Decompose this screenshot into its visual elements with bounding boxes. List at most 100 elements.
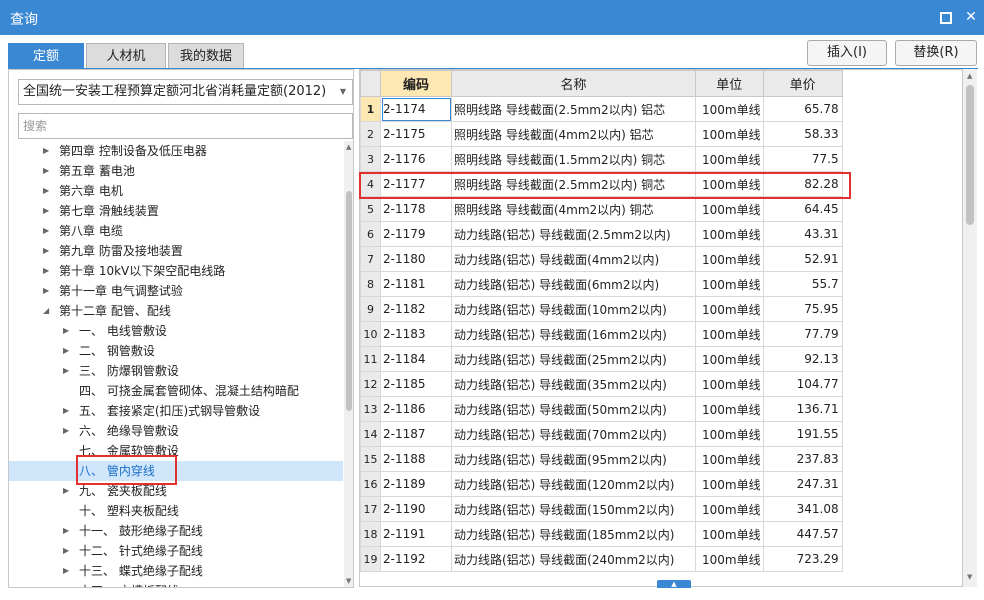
table-row[interactable]: 16 2-1189 动力线路(铝芯) 导线截面(120mm2以内) 100m单线 247… [360, 471, 843, 497]
cell-price[interactable]: 58.33 [762, 121, 843, 147]
cell-price[interactable]: 92.13 [762, 346, 843, 372]
collapsed-arrow-icon[interactable]: ▶ [43, 161, 49, 181]
header-name[interactable]: 名称 [451, 70, 696, 97]
cell-price[interactable]: 65.78 [762, 96, 843, 122]
table-row[interactable]: 19 2-1192 动力线路(铝芯) 导线截面(240mm2以内) 100m单线 723… [360, 546, 843, 572]
tab-quota[interactable]: 定额 [8, 43, 84, 69]
cell-unit[interactable]: 100m单线 [695, 246, 764, 272]
cell-name[interactable]: 照明线路 导线截面(2.5mm2以内) 铜芯 [451, 171, 696, 197]
tree-item[interactable]: ▶ 五、 套接紧定(扣压)式钢导管敷设 [9, 401, 343, 421]
chevron-down-icon[interactable]: ▼ [340, 80, 346, 104]
library-select[interactable]: 全国统一安装工程预算定额河北省消耗量定额(2012) ▼ [18, 79, 353, 105]
collapsed-arrow-icon[interactable]: ▶ [43, 261, 49, 281]
cell-code[interactable]: 2-1188 [380, 446, 452, 472]
scroll-down-icon[interactable]: ▼ [346, 577, 351, 585]
table-row[interactable]: 13 2-1186 动力线路(铝芯) 导线截面(50mm2以内) 100m单线 136.… [360, 396, 843, 422]
collapsed-arrow-icon[interactable]: ▶ [63, 561, 69, 581]
cell-unit[interactable]: 100m单线 [695, 196, 764, 222]
cell-name[interactable]: 照明线路 导线截面(4mm2以内) 铝芯 [451, 121, 696, 147]
table-row[interactable]: 11 2-1184 动力线路(铝芯) 导线截面(25mm2以内) 100m单线 92.1… [360, 346, 843, 372]
cell-price[interactable]: 723.29 [762, 546, 843, 572]
tree-item[interactable]: ▶ 九、 瓷夹板配线 [9, 481, 343, 501]
cell-name[interactable]: 动力线路(铝芯) 导线截面(10mm2以内) [451, 296, 696, 322]
collapsed-arrow-icon[interactable]: ▶ [63, 521, 69, 541]
cell-name[interactable]: 照明线路 导线截面(4mm2以内) 铜芯 [451, 196, 696, 222]
cell-name[interactable]: 照明线路 导线截面(1.5mm2以内) 铜芯 [451, 146, 696, 172]
collapsed-arrow-icon[interactable]: ▶ [43, 201, 49, 221]
cell-name[interactable]: 照明线路 导线截面(2.5mm2以内) 铝芯 [451, 96, 696, 122]
tree-item[interactable]: 四、 可挠金属套管砌体、混凝土结构暗配 [9, 381, 343, 401]
tree-item[interactable]: ▶ 二、 钢管敷设 [9, 341, 343, 361]
table-row[interactable]: 8 2-1181 动力线路(铝芯) 导线截面(6mm2以内) 100m单线 55.7 [360, 271, 843, 297]
table-row[interactable]: 14 2-1187 动力线路(铝芯) 导线截面(70mm2以内) 100m单线 191.… [360, 421, 843, 447]
collapsed-arrow-icon[interactable]: ▶ [43, 221, 49, 241]
cell-code[interactable]: 2-1178 [380, 196, 452, 222]
cell-price[interactable]: 55.7 [762, 271, 843, 297]
cell-name[interactable]: 动力线路(铝芯) 导线截面(240mm2以内) [451, 546, 696, 572]
tree-item[interactable]: ◢ 第十二章 配管、配线 [9, 301, 343, 321]
table-row[interactable]: 7 2-1180 动力线路(铝芯) 导线截面(4mm2以内) 100m单线 52.91 [360, 246, 843, 272]
cell-unit[interactable]: 100m单线 [695, 421, 764, 447]
cell-name[interactable]: 动力线路(铝芯) 导线截面(185mm2以内) [451, 521, 696, 547]
cell-price[interactable]: 247.31 [762, 471, 843, 497]
cell-name[interactable]: 动力线路(铝芯) 导线截面(50mm2以内) [451, 396, 696, 422]
cell-code[interactable]: 2-1187 [380, 421, 452, 447]
cell-price[interactable]: 104.77 [762, 371, 843, 397]
collapsed-arrow-icon[interactable]: ▶ [63, 341, 69, 361]
cell-unit[interactable]: 100m单线 [695, 546, 764, 572]
cell-name[interactable]: 动力线路(铝芯) 导线截面(25mm2以内) [451, 346, 696, 372]
cell-name[interactable]: 动力线路(铝芯) 导线截面(16mm2以内) [451, 321, 696, 347]
cell-unit[interactable]: 100m单线 [695, 146, 764, 172]
replace-button[interactable]: 替换(R) [895, 40, 977, 66]
collapsed-arrow-icon[interactable]: ▶ [63, 401, 69, 421]
insert-button[interactable]: 插入(I) [807, 40, 887, 66]
tree-item[interactable]: ▶ 第八章 电缆 [9, 221, 343, 241]
collapsed-arrow-icon[interactable]: ▶ [43, 281, 49, 301]
collapsed-arrow-icon[interactable]: ▶ [43, 141, 49, 161]
cell-code[interactable]: 2-1191 [380, 521, 452, 547]
cell-unit[interactable]: 100m单线 [695, 396, 764, 422]
cell-price[interactable]: 64.45 [762, 196, 843, 222]
cell-unit[interactable]: 100m单线 [695, 496, 764, 522]
cell-price[interactable]: 237.83 [762, 446, 843, 472]
cell-price[interactable]: 191.55 [762, 421, 843, 447]
table-row[interactable]: 18 2-1191 动力线路(铝芯) 导线截面(185mm2以内) 100m单线 447… [360, 521, 843, 547]
cell-code[interactable]: 2-1180 [380, 246, 452, 272]
table-row[interactable]: 17 2-1190 动力线路(铝芯) 导线截面(150mm2以内) 100m单线 341… [360, 496, 843, 522]
collapsed-arrow-icon[interactable]: ▶ [63, 481, 69, 501]
scroll-up-icon[interactable]: ▲ [967, 72, 972, 80]
grid-scrollbar[interactable]: ▲ ▼ [963, 69, 977, 587]
cell-unit[interactable]: 100m单线 [695, 521, 764, 547]
tree-item[interactable]: ▶ 第九章 防雷及接地装置 [9, 241, 343, 261]
cell-price[interactable]: 77.79 [762, 321, 843, 347]
collapsed-arrow-icon[interactable]: ▶ [63, 421, 69, 441]
tree-item[interactable]: ▶ 三、 防爆钢管敷设 [9, 361, 343, 381]
tree-item[interactable]: ▶ 第六章 电机 [9, 181, 343, 201]
header-unit[interactable]: 单位 [695, 70, 764, 97]
cell-price[interactable]: 77.5 [762, 146, 843, 172]
cell-price[interactable]: 43.31 [762, 221, 843, 247]
tree-item[interactable]: ▶ 第五章 蓄电池 [9, 161, 343, 181]
table-row[interactable]: 5 2-1178 照明线路 导线截面(4mm2以内) 铜芯 100m单线 64.45 [360, 196, 843, 222]
collapsed-arrow-icon[interactable]: ▶ [43, 181, 49, 201]
cell-code[interactable]: 2-1175 [380, 121, 452, 147]
cell-name[interactable]: 动力线路(铝芯) 导线截面(120mm2以内) [451, 471, 696, 497]
cell-unit[interactable]: 100m单线 [695, 446, 764, 472]
cell-name[interactable]: 动力线路(铝芯) 导线截面(4mm2以内) [451, 246, 696, 272]
cell-code[interactable]: 2-1182 [380, 296, 452, 322]
tree-scrollbar[interactable]: ▲ ▼ [344, 141, 353, 587]
scroll-up-icon[interactable]: ▲ [346, 143, 351, 151]
close-icon[interactable]: ✕ [961, 7, 981, 27]
tree-item[interactable]: 十、 塑料夹板配线 [9, 501, 343, 521]
cell-code[interactable]: 2-1179 [380, 221, 452, 247]
cell-name[interactable]: 动力线路(铝芯) 导线截面(70mm2以内) [451, 421, 696, 447]
cell-code[interactable]: 2-1184 [380, 346, 452, 372]
cell-code[interactable]: 2-1177 [380, 171, 452, 197]
cell-unit[interactable]: 100m单线 [695, 271, 764, 297]
cell-price[interactable]: 136.71 [762, 396, 843, 422]
tree-scroll-thumb[interactable] [346, 191, 352, 411]
tree-item[interactable]: ▶ 第四章 控制设备及低压电器 [9, 141, 343, 161]
cell-name[interactable]: 动力线路(铝芯) 导线截面(6mm2以内) [451, 271, 696, 297]
cell-code[interactable]: 2-1181 [380, 271, 452, 297]
collapsed-arrow-icon[interactable]: ▶ [63, 581, 69, 587]
